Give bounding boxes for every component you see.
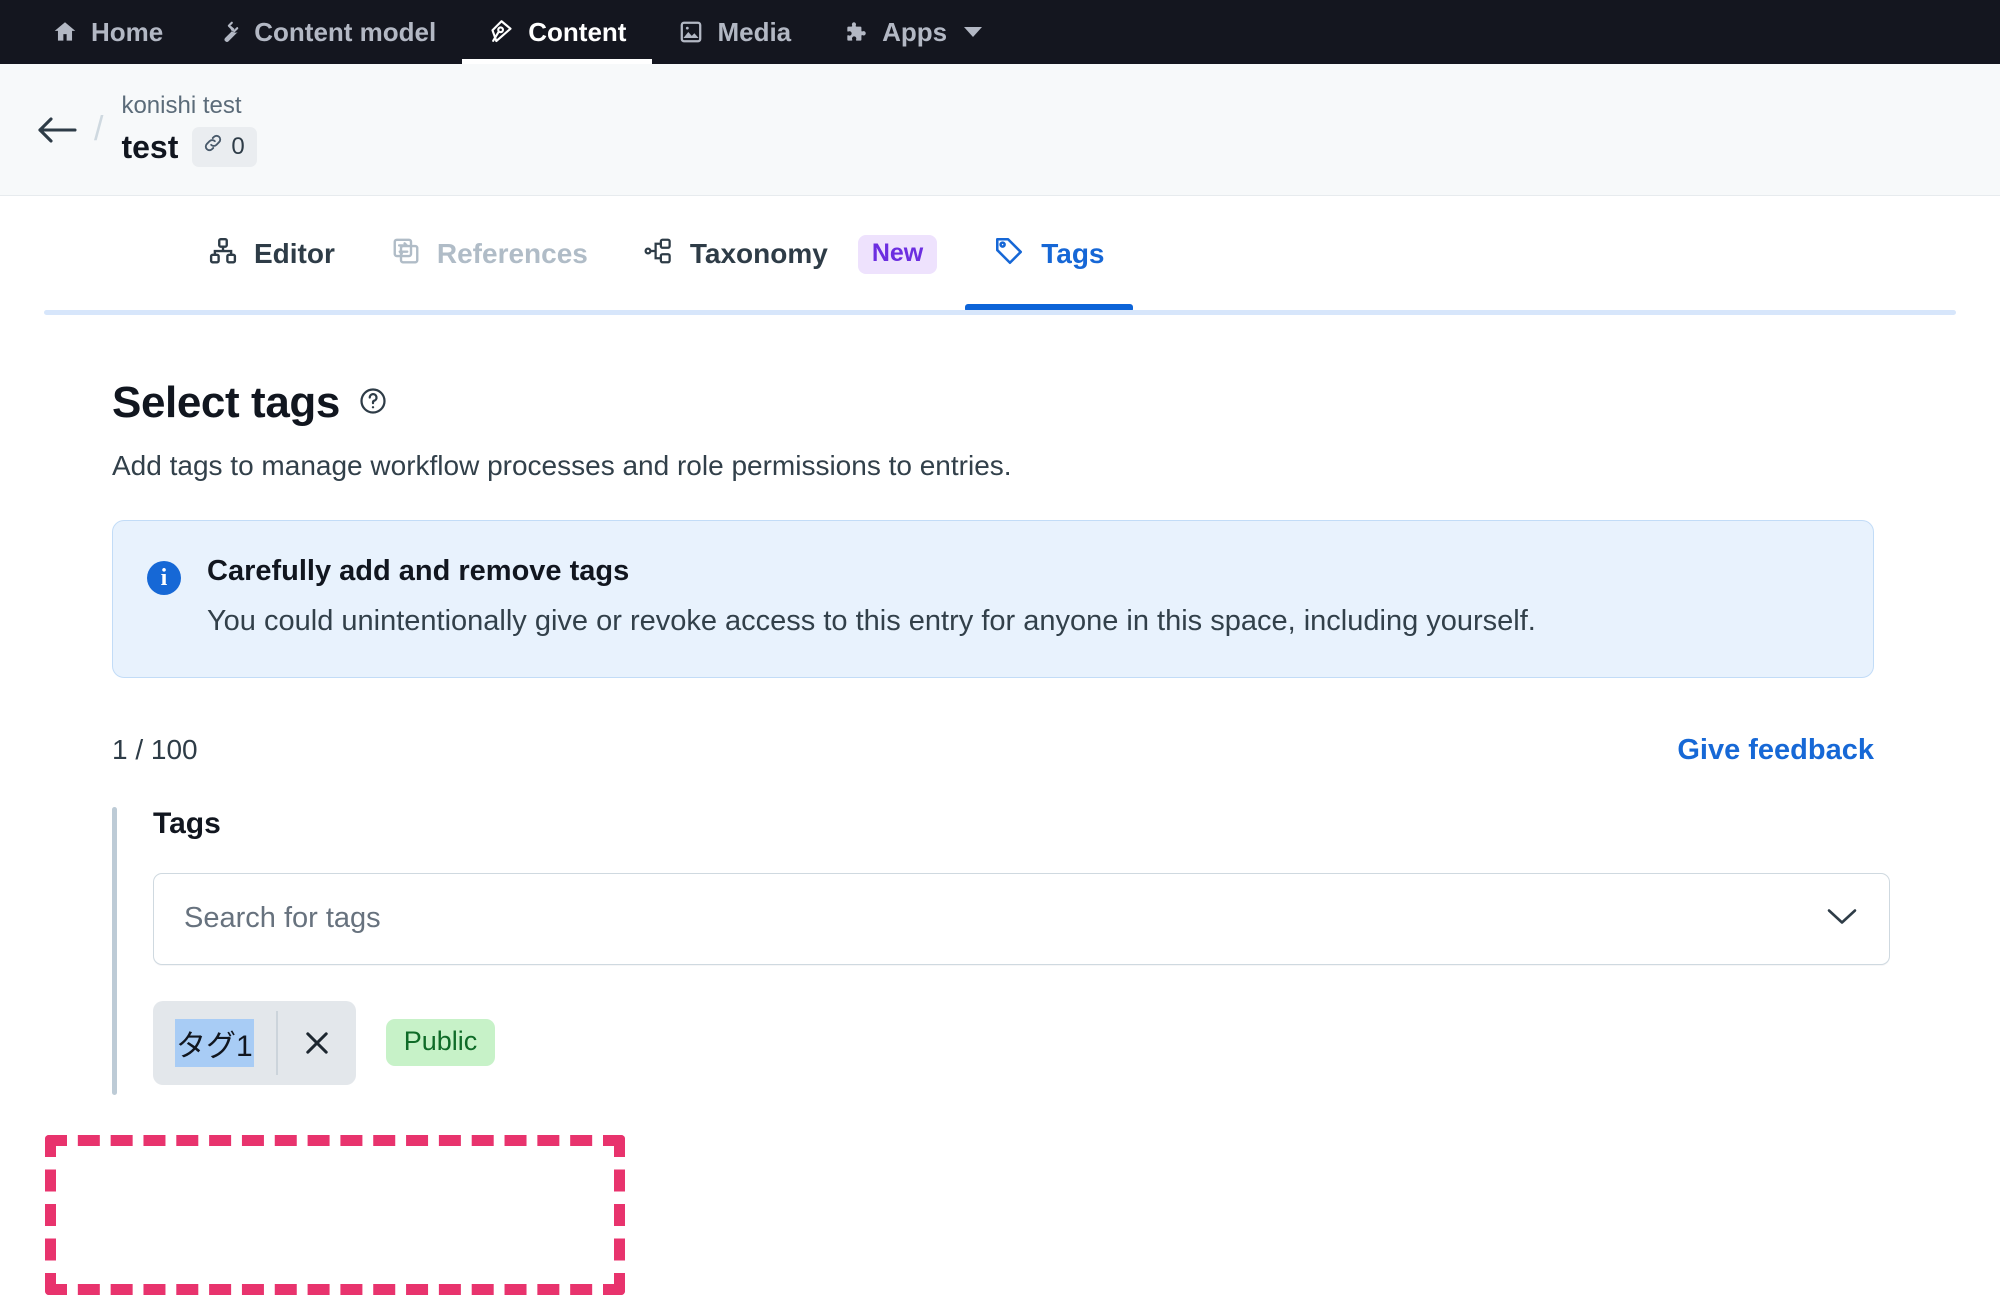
nav-item-media[interactable]: Media	[652, 0, 817, 64]
references-icon	[391, 236, 421, 273]
note-title: Carefully add and remove tags	[207, 555, 630, 587]
nav-item-apps-label: Apps	[882, 16, 948, 47]
nav-item-content-model[interactable]: Content model	[189, 0, 462, 64]
info-icon: i	[147, 561, 181, 595]
nav-item-home[interactable]: Home	[26, 0, 189, 64]
link-icon	[202, 132, 224, 161]
main-content: Select tags Add tags to manage workflow …	[0, 316, 2000, 1095]
nav-item-content-model-label: Content model	[254, 16, 437, 47]
tab-editor-label: Editor	[254, 238, 335, 269]
chevron-down-icon[interactable]	[1825, 905, 1859, 932]
tag-visibility-badge: Public	[385, 1019, 496, 1067]
warning-note: i Carefully add and remove tags You coul…	[112, 520, 1874, 678]
breadcrumb-separator: /	[94, 110, 104, 148]
give-feedback-link[interactable]: Give feedback	[1677, 734, 1874, 767]
back-button[interactable]	[30, 103, 84, 157]
breadcrumb: / konishi test test 0	[0, 64, 2000, 196]
selected-tag-name-text: タグ1	[175, 1018, 254, 1067]
tab-references-label: References	[436, 238, 588, 269]
remove-tag-button[interactable]	[278, 1001, 356, 1085]
breadcrumb-parent[interactable]: konishi test	[121, 92, 256, 120]
tags-search-placeholder: Search for tags	[184, 902, 381, 935]
tab-tags-label: Tags	[1041, 238, 1105, 269]
selected-tags-list: タグ1 Public	[153, 1000, 1890, 1085]
blocks-icon	[208, 236, 238, 273]
help-circle-icon[interactable]	[358, 386, 388, 421]
nav-item-home-label: Home	[91, 16, 164, 47]
pen-nib-icon	[488, 19, 515, 46]
annotation-highlight-box	[45, 1135, 625, 1295]
tab-taxonomy[interactable]: Taxonomy New	[616, 196, 965, 312]
nav-item-apps[interactable]: Apps	[817, 0, 1008, 64]
tab-taxonomy-label: Taxonomy	[689, 238, 828, 269]
section-subtitle: Add tags to manage workflow processes an…	[112, 450, 1012, 481]
nav-item-content-label: Content	[528, 16, 627, 47]
home-icon	[52, 19, 78, 45]
tags-search-select[interactable]: Search for tags	[153, 872, 1890, 965]
field-rail	[112, 806, 117, 1095]
tab-references[interactable]: References	[363, 196, 616, 312]
chevron-down-icon	[964, 27, 983, 37]
tag-icon	[993, 235, 1025, 274]
tab-bar: Editor References Taxonomy New Tags	[0, 196, 2000, 316]
tag-counter: 1 / 100	[112, 734, 198, 766]
page-title: test	[121, 128, 179, 165]
nav-item-media-label: Media	[717, 16, 792, 47]
links-count-value: 0	[231, 132, 245, 160]
tab-baseline	[44, 310, 1956, 315]
note-text: You could unintentionally give or revoke…	[207, 605, 1536, 637]
taxonomy-icon	[644, 236, 674, 273]
selected-tag-name: タグ1	[153, 1001, 276, 1085]
top-navigation-bar: Home Content model Content Media Apps	[0, 0, 2000, 64]
wrench-icon	[215, 19, 241, 45]
section-title: Select tags	[112, 378, 340, 427]
selected-tag-pill[interactable]: タグ1	[153, 1000, 356, 1085]
image-icon	[678, 19, 704, 45]
tab-tags[interactable]: Tags	[965, 196, 1133, 312]
tab-taxonomy-new-badge: New	[857, 234, 938, 274]
tags-field-group: Tags Search for tags タグ1 Public	[112, 806, 1890, 1095]
nav-item-content[interactable]: Content	[462, 0, 653, 64]
tags-field-label: Tags	[153, 806, 221, 840]
links-count-badge[interactable]: 0	[192, 127, 257, 167]
puzzle-icon	[843, 19, 869, 45]
tab-editor[interactable]: Editor	[180, 196, 363, 312]
